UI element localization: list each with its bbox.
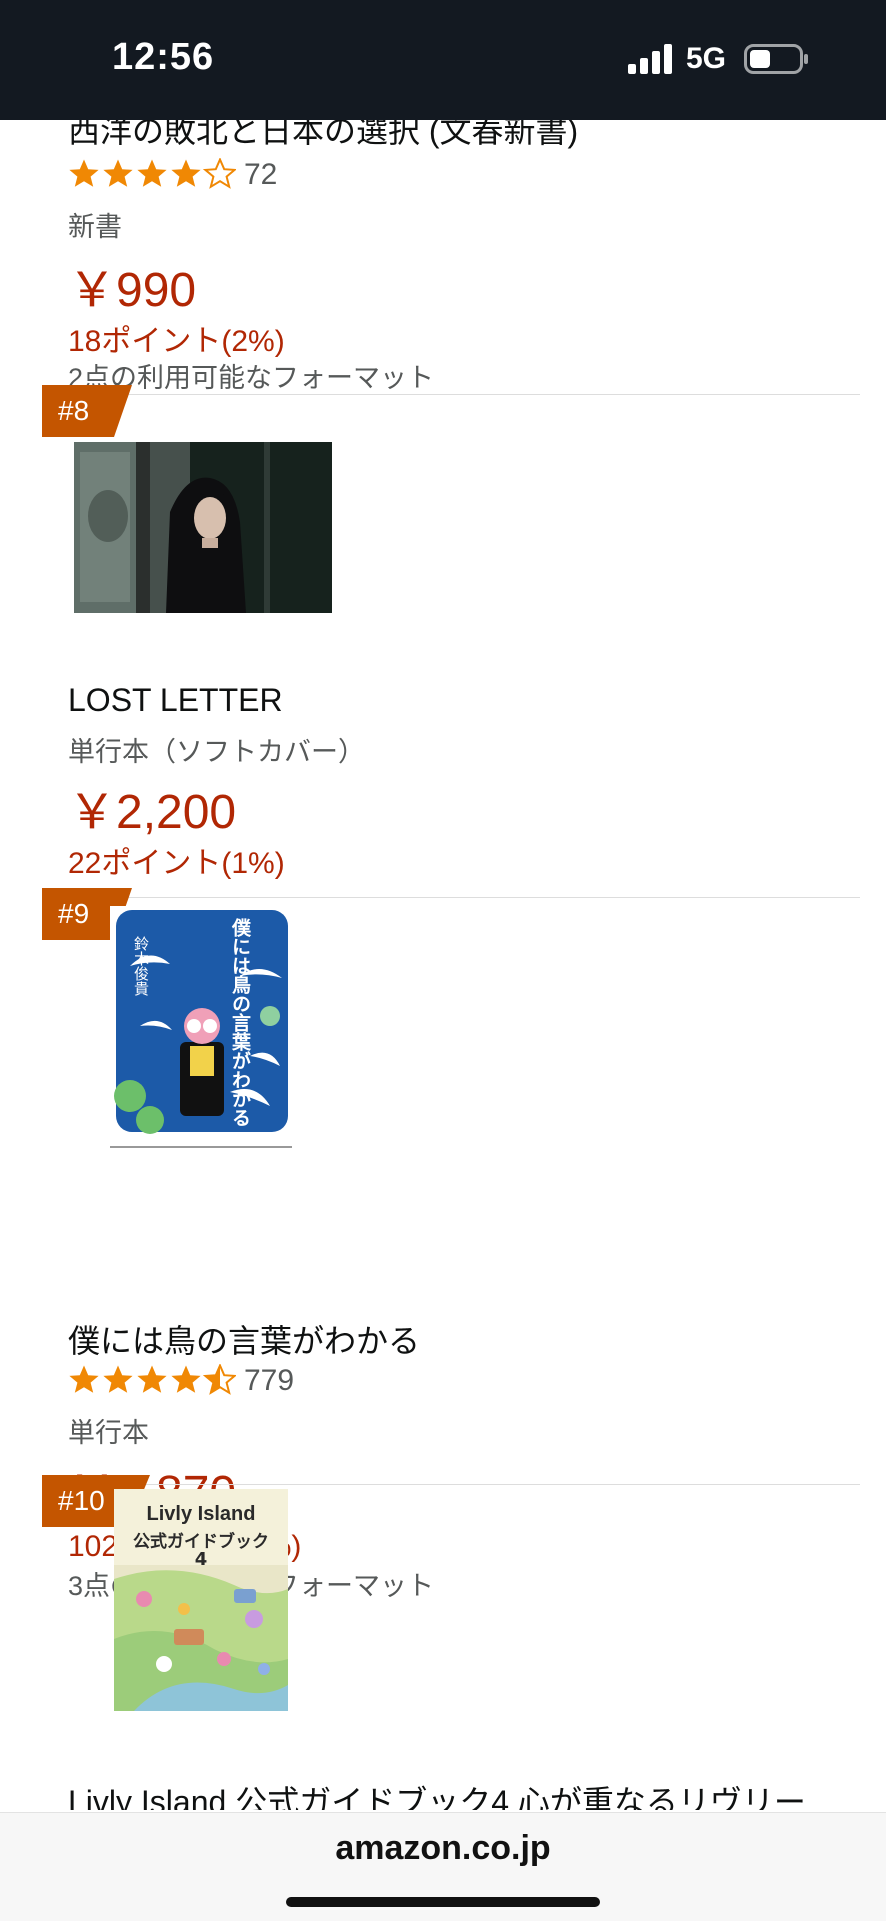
cellular-signal-icon	[628, 44, 672, 74]
divider	[68, 897, 860, 898]
browser-address-bar[interactable]: amazon.co.jp	[0, 1812, 886, 1921]
review-count[interactable]: 779	[244, 1364, 294, 1398]
product-title[interactable]: Livly Island 公式ガイドブック4 心が重なるリヴリー	[68, 1777, 806, 1810]
home-indicator[interactable]	[286, 1897, 600, 1907]
star-rating-icon	[69, 158, 236, 188]
product-format[interactable]: 新書	[68, 205, 122, 244]
divider	[68, 394, 860, 395]
cover-title-text: Livly Island	[146, 1503, 256, 1525]
cover-number-text: 4	[194, 1549, 208, 1570]
divider	[68, 1484, 860, 1485]
product-format[interactable]: 単行本	[68, 1411, 149, 1450]
network-type: 5G	[686, 42, 727, 75]
product-format[interactable]: 単行本（ソフトカバー）	[68, 730, 365, 769]
product-price[interactable]: ￥2,200	[68, 772, 236, 842]
book-cover-image[interactable]: 僕には鳥の言葉がわかる 鈴木俊貴	[110, 906, 292, 1158]
star-rating[interactable]	[68, 1364, 236, 1398]
star-rating[interactable]	[68, 158, 236, 192]
product-price[interactable]: ￥990	[68, 250, 196, 320]
status-bar: 12:56 5G	[0, 0, 886, 120]
product-title[interactable]: LOST LETTER	[68, 682, 283, 719]
url-domain[interactable]: amazon.co.jp	[0, 1829, 886, 1868]
cover-author-text: 鈴木俊貴	[132, 936, 150, 996]
status-time: 12:56	[112, 36, 215, 78]
book-cover-image[interactable]	[74, 442, 332, 613]
cover-title-text: 僕には鳥の言葉がわかる	[229, 918, 251, 1127]
book-cover-image[interactable]: Livly Island 公式ガイドブック 4	[114, 1489, 288, 1711]
rank-badge: #8	[42, 385, 132, 437]
product-title[interactable]: 西洋の敗北と日本の選択 (文春新書)	[68, 120, 578, 152]
star-rating-icon	[69, 1364, 236, 1394]
battery-icon	[744, 44, 808, 74]
bestseller-list: 西洋の敗北と日本の選択 (文春新書) 72 新書 ￥990 18ポイント(2%)…	[0, 120, 886, 1810]
product-points: 18ポイント(2%)	[68, 325, 285, 358]
product-points: 22ポイント(1%)	[68, 847, 285, 880]
product-title[interactable]: 僕には鳥の言葉がわかる	[68, 1316, 420, 1362]
review-count[interactable]: 72	[244, 158, 277, 192]
